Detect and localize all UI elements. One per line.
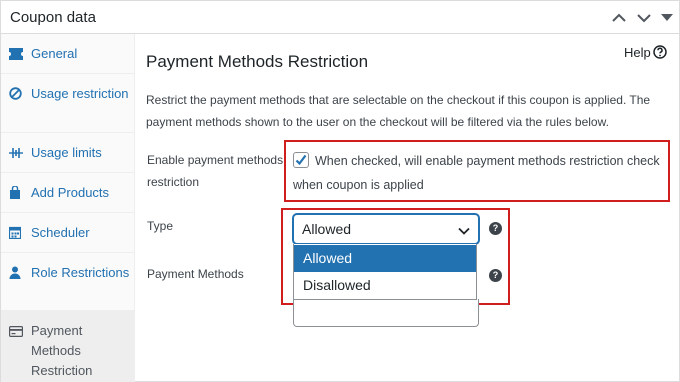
- chevron-down-icon: [458, 223, 470, 241]
- help-icon[interactable]: [653, 45, 667, 64]
- coupon-tabs-sidebar: General Usage restriction Usage limits A…: [1, 34, 135, 382]
- user-icon: [9, 265, 25, 279]
- sidebar-item-usage-restriction[interactable]: Usage restriction: [1, 74, 134, 133]
- payment-methods-label: Payment Methods: [147, 267, 244, 281]
- section-description: Restrict the payment methods that are se…: [146, 93, 651, 129]
- sidebar-item-label: Usage restriction: [31, 86, 129, 101]
- coupon-data-panel: Coupon data General Usage restriction Us…: [0, 0, 680, 382]
- card-icon: [9, 323, 25, 338]
- block-icon: [9, 86, 25, 100]
- sidebar-item-label: Role Restrictions: [31, 265, 130, 280]
- limits-icon: [9, 145, 25, 159]
- panel-header: Coupon data: [1, 1, 679, 34]
- sidebar-item-general[interactable]: General: [1, 34, 134, 74]
- sidebar-item-label: Scheduler: [31, 225, 90, 240]
- type-option-disallowed[interactable]: Disallowed: [294, 272, 476, 299]
- sidebar-item-label: Payment Methods Restriction: [31, 323, 93, 378]
- type-dropdown-list: Allowed Disallowed: [293, 244, 477, 300]
- page-title: Payment Methods Restriction: [146, 52, 369, 71]
- enable-restriction-text: When checked, will enable payment method…: [293, 154, 660, 192]
- chevron-down-icon[interactable]: [634, 8, 654, 28]
- type-help-icon[interactable]: ?: [489, 222, 502, 235]
- sidebar-item-label: Usage limits: [31, 145, 102, 160]
- type-option-allowed[interactable]: Allowed: [294, 245, 476, 272]
- sidebar-item-role-restrictions[interactable]: Role Restrictions: [1, 253, 134, 311]
- sidebar-item-label: General: [31, 46, 78, 61]
- bag-icon: [9, 185, 25, 199]
- sidebar-item-scheduler[interactable]: Scheduler: [1, 213, 134, 253]
- calendar-icon: [8, 225, 25, 240]
- payment-methods-input[interactable]: [293, 299, 479, 327]
- toggle-panel-icon[interactable]: [657, 8, 677, 28]
- ticket-icon: [9, 46, 25, 60]
- payment-methods-help-icon[interactable]: ?: [489, 269, 502, 282]
- type-select[interactable]: Allowed: [293, 214, 479, 244]
- help-link[interactable]: Help: [624, 45, 651, 60]
- sidebar-item-payment-methods-restriction[interactable]: Payment Methods Restriction: [1, 311, 134, 382]
- chevron-up-icon[interactable]: [609, 8, 629, 28]
- sidebar-item-usage-limits[interactable]: Usage limits: [1, 133, 134, 173]
- type-label: Type: [147, 219, 174, 233]
- sidebar-item-add-products[interactable]: Add Products: [1, 173, 134, 213]
- type-select-value: Allowed: [302, 221, 352, 237]
- enable-restriction-label: Enable payment methods restriction: [147, 153, 284, 189]
- panel-title: Coupon data: [10, 9, 96, 26]
- sidebar-item-label: Add Products: [31, 185, 110, 200]
